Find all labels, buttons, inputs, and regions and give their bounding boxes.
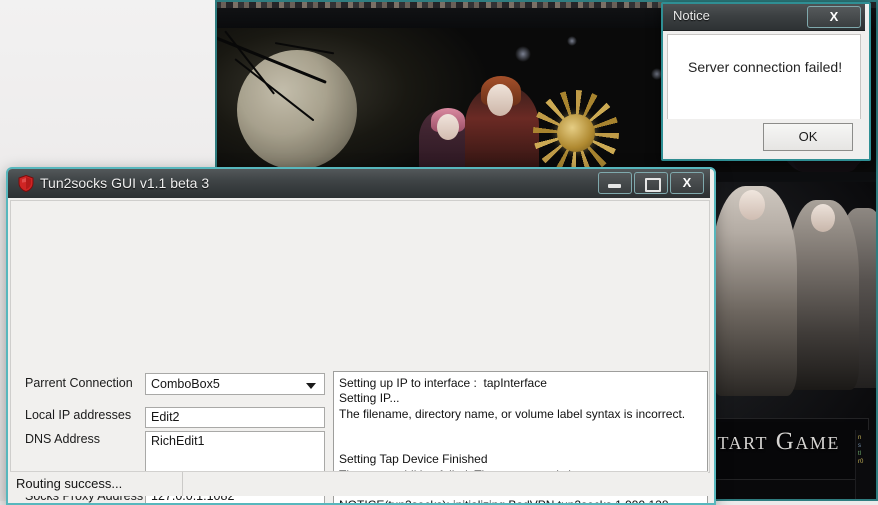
notice-titlebar[interactable]: Notice X: [663, 4, 865, 31]
status-pane-secondary: [183, 472, 433, 496]
parrent-connection-combobox[interactable]: ComboBox5: [145, 373, 325, 395]
minimize-icon[interactable]: [598, 172, 632, 194]
label-parrent-connection: Parrent Connection: [25, 376, 133, 390]
maximize-icon[interactable]: [634, 172, 668, 194]
red-shield-icon: [18, 175, 34, 192]
notice-footer: OK: [667, 119, 861, 153]
notice-message: Server connection failed!: [688, 59, 843, 75]
status-bar: Routing success...: [10, 471, 708, 496]
ok-button[interactable]: OK: [763, 123, 853, 151]
close-icon[interactable]: X: [670, 172, 704, 194]
status-text: Routing success...: [16, 476, 123, 491]
local-ip-addresses-input[interactable]: Edit2: [145, 407, 325, 428]
label-dns-address: DNS Address: [25, 432, 101, 446]
parrent-connection-value: ComboBox5: [151, 377, 220, 391]
notice-title: Notice: [673, 8, 710, 23]
tun2socks-titlebar[interactable]: Tun2socks GUI v1.1 beta 3 X: [8, 169, 710, 198]
close-icon[interactable]: X: [807, 6, 861, 28]
chevron-down-icon[interactable]: [306, 383, 316, 389]
notice-body: Server connection failed!: [667, 34, 861, 120]
label-local-ip-addresses: Local IP addresses: [25, 408, 132, 422]
tun2socks-window[interactable]: Tun2socks GUI v1.1 beta 3 X Parrent Conn…: [6, 167, 716, 505]
tun2socks-title: Tun2socks GUI v1.1 beta 3: [40, 175, 210, 191]
notice-dialog[interactable]: Notice X Server connection failed! OK: [661, 2, 871, 161]
